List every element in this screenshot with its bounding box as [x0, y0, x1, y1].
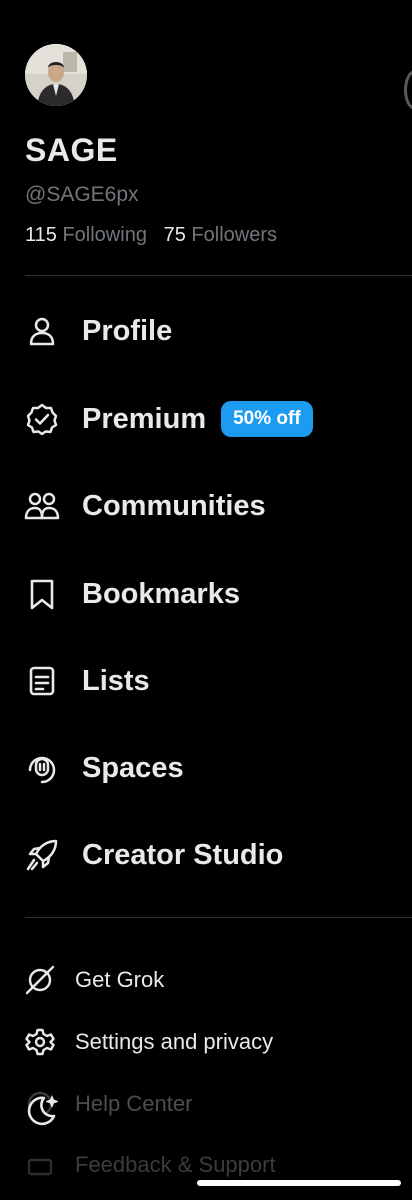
nav-item-profile[interactable]: Profile	[22, 303, 172, 359]
nav-label: Get Grok	[75, 967, 165, 992]
gear-icon	[22, 1024, 58, 1060]
nav-item-bookmarks[interactable]: Bookmarks	[22, 566, 240, 622]
divider	[25, 917, 412, 918]
followers-count: 75	[163, 224, 186, 246]
theme-toggle-button[interactable]	[22, 1090, 62, 1130]
nav-label: Profile	[82, 314, 173, 347]
profile-handle: @SAGE6px	[25, 183, 139, 206]
nav-item-communities[interactable]: Communities	[22, 478, 266, 534]
followers-link[interactable]: 75 Followers	[164, 224, 277, 246]
nav-label: Settings and privacy	[75, 1029, 274, 1054]
nav-label: Communities	[82, 489, 266, 522]
discount-badge: 50% off	[221, 401, 313, 437]
nav-label: Spaces	[82, 751, 184, 784]
person-icon	[22, 311, 62, 351]
following-count: 115	[25, 224, 57, 246]
following-label: Following	[62, 224, 147, 246]
nav-item-premium[interactable]: Premium 50% off	[22, 391, 313, 447]
list-icon	[22, 661, 62, 701]
nav-item-spaces[interactable]: Spaces	[22, 740, 184, 796]
moon-sparkle-icon	[22, 1095, 62, 1134]
communities-icon	[22, 486, 62, 526]
nav-item-creator-studio[interactable]: Creator Studio	[22, 827, 283, 883]
verified-badge-icon	[22, 399, 62, 439]
rocket-icon	[22, 835, 62, 875]
nav-label: Feedback & Support	[75, 1152, 276, 1177]
follow-stats: 115 Following 75 Followers	[25, 224, 277, 247]
nav-label: Bookmarks	[82, 577, 240, 610]
divider	[25, 275, 412, 276]
nav-label: Lists	[82, 664, 150, 697]
avatar[interactable]	[25, 44, 87, 106]
grok-icon	[22, 962, 58, 998]
header-edge-peek	[404, 70, 412, 110]
profile-name: SAGE	[25, 132, 118, 168]
nav-item-settings-privacy[interactable]: Settings and privacy	[22, 1020, 273, 1064]
nav-label: Premium	[82, 402, 207, 435]
bookmark-icon	[22, 574, 62, 614]
spaces-icon	[22, 748, 62, 788]
nav-item-lists[interactable]: Lists	[22, 653, 150, 709]
feedback-icon	[22, 1147, 58, 1183]
nav-item-get-grok[interactable]: Get Grok	[22, 958, 164, 1002]
nav-label: Creator Studio	[82, 838, 284, 871]
followers-label: Followers	[191, 224, 277, 246]
following-link[interactable]: 115 Following	[25, 224, 147, 246]
home-indicator	[197, 1180, 401, 1186]
nav-label: Help Center	[75, 1091, 193, 1116]
